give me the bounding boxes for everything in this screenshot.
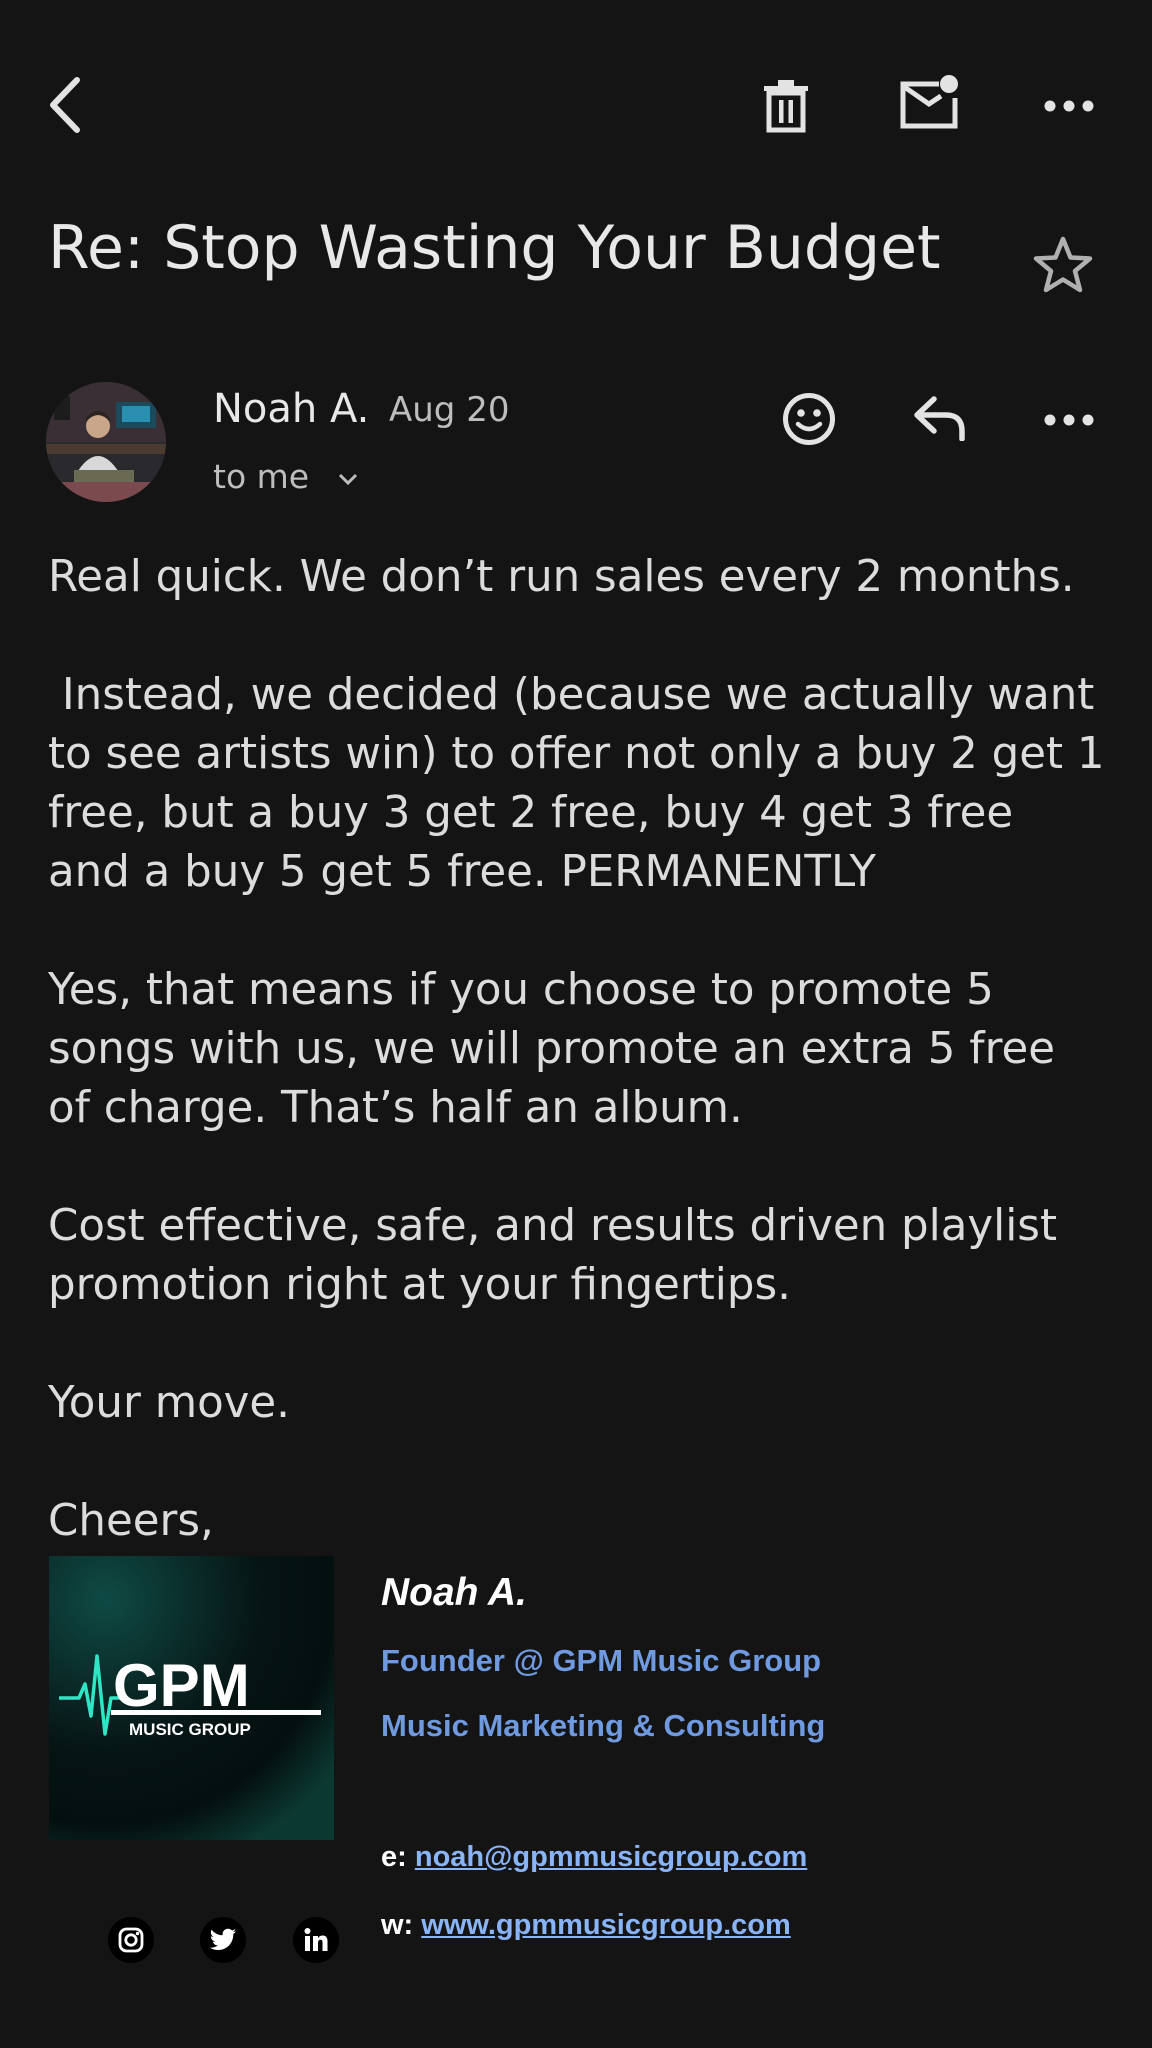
message-more-button[interactable]	[1040, 410, 1098, 430]
body-line: Cost effective, safe, and results driven…	[48, 1201, 1057, 1251]
body-line: promotion right at your fingertips.	[48, 1260, 791, 1310]
delete-button[interactable]	[756, 74, 816, 138]
body-line: songs with us, we will promote an extra …	[48, 1024, 1056, 1074]
email-link[interactable]: noah@gpmmusicgroup.com	[415, 1841, 807, 1873]
signature-title: Founder @ GPM Music Group	[381, 1643, 822, 1678]
linkedin-icon	[304, 1928, 328, 1951]
instagram-icon	[118, 1927, 144, 1953]
body-line: Instead, we decided (because we actually…	[48, 670, 1095, 720]
sender-avatar[interactable]	[46, 382, 166, 502]
twitter-icon	[209, 1928, 236, 1950]
mark-unread-button[interactable]	[894, 72, 964, 134]
recipient-details-toggle[interactable]: to me	[213, 454, 359, 500]
website-link[interactable]: www.gpmmusicgroup.com	[421, 1909, 791, 1941]
body-line: to see artists win) to offer not only a …	[48, 729, 1105, 779]
linkedin-link[interactable]	[293, 1917, 339, 1963]
back-button[interactable]	[40, 72, 90, 138]
twitter-link[interactable]	[200, 1917, 246, 1963]
email-body: Real quick. We don’t run sales every 2 m…	[48, 548, 1128, 1551]
body-line: free, but a buy 3 get 2 free, buy 4 get …	[48, 788, 1014, 838]
company-logo: GPM MUSIC GROUP	[49, 1556, 334, 1840]
body-line: Real quick. We don’t run sales every 2 m…	[48, 552, 1075, 602]
recipient-label: to me	[213, 457, 310, 496]
signature-website-row: w: www.gpmmusicgroup.com	[381, 1905, 791, 1945]
email-subject: Re: Stop Wasting Your Budget	[48, 213, 941, 283]
signature-name: Noah A.	[381, 1571, 527, 1614]
website-label: w:	[381, 1909, 414, 1941]
chevron-down-icon	[339, 473, 358, 486]
star-icon	[1033, 236, 1093, 293]
trash-icon	[764, 80, 808, 133]
email-date: Aug 20	[389, 390, 510, 430]
more-options-button[interactable]	[1040, 90, 1098, 122]
signature-email-row: e: noah@gpmmusicgroup.com	[381, 1837, 807, 1877]
reply-icon	[914, 396, 965, 441]
star-button[interactable]	[1030, 232, 1096, 298]
react-emoji-button[interactable]	[780, 390, 838, 448]
body-line: and a buy 5 get 5 free. PERMANENTLY	[48, 847, 876, 897]
body-line: Cheers,	[48, 1496, 214, 1546]
body-line: of charge. That’s half an album.	[48, 1083, 743, 1133]
reply-button[interactable]	[910, 392, 970, 444]
back-arrow-icon	[50, 77, 80, 133]
signature-tagline: Music Marketing & Consulting	[381, 1708, 826, 1743]
sender-name[interactable]: Noah A.	[213, 383, 369, 435]
emoji-icon	[783, 393, 835, 445]
logo-wordmark: GPM	[113, 1652, 250, 1719]
body-line: Your move.	[48, 1378, 291, 1428]
instagram-link[interactable]	[108, 1917, 154, 1963]
logo-subtext: MUSIC GROUP	[129, 1720, 251, 1739]
mail-unread-icon	[900, 75, 958, 129]
more-horizontal-icon	[1044, 100, 1094, 112]
body-line: Yes, that means if you choose to promote…	[48, 965, 994, 1015]
email-label: e:	[381, 1841, 407, 1873]
more-horizontal-icon	[1044, 414, 1094, 426]
